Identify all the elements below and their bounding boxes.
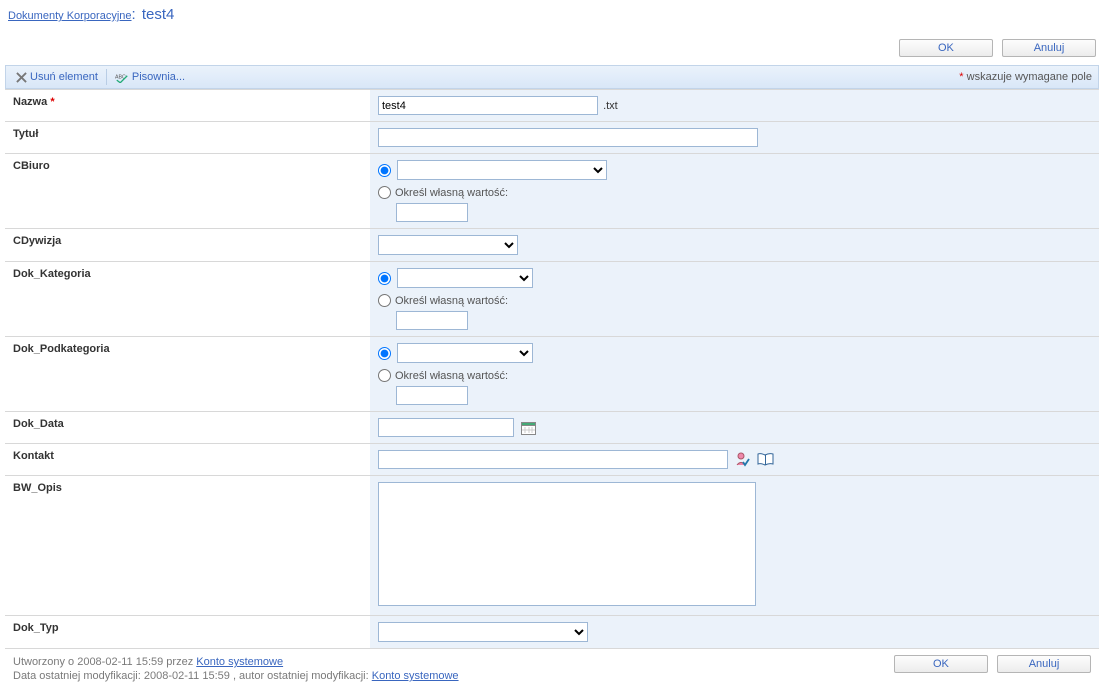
row-bw-opis: BW_Opis xyxy=(5,476,1099,616)
row-dok-podkategoria: Dok_Podkategoria Określ własną wartość: xyxy=(5,337,1099,412)
dok-podkategoria-own-label: Określ własną wartość: xyxy=(395,370,508,382)
cancel-button-top[interactable]: Anuluj xyxy=(1002,39,1096,57)
dok-podkategoria-radio-select[interactable] xyxy=(378,347,391,360)
top-button-row: OK Anuluj xyxy=(0,35,1104,65)
footer: Utworzony o 2008-02-11 15:59 przez Konto… xyxy=(5,648,1099,693)
modified-prefix: Data ostatniej modyfikacji: xyxy=(13,670,144,682)
delete-icon xyxy=(16,72,27,83)
cancel-button-bottom[interactable]: Anuluj xyxy=(997,655,1091,673)
label-cbiuro: CBiuro xyxy=(5,154,370,229)
breadcrumb-colon: : xyxy=(132,6,140,23)
row-dok-kategoria: Dok_Kategoria Określ własną wartość: xyxy=(5,262,1099,337)
label-dok-podkategoria: Dok_Podkategoria xyxy=(5,337,370,412)
row-dok-data: Dok_Data xyxy=(5,412,1099,444)
created-ts: 2008-02-11 15:59 xyxy=(77,656,166,668)
row-kontakt: Kontakt xyxy=(5,444,1099,476)
dok-podkategoria-own-input[interactable] xyxy=(396,386,468,405)
dok-kategoria-select[interactable] xyxy=(397,268,533,288)
row-dok-typ: Dok_Typ xyxy=(5,616,1099,649)
cdywizja-select[interactable] xyxy=(378,235,518,255)
delete-item-button[interactable]: Usuń element xyxy=(12,71,102,83)
page-header: Dokumenty Korporacyjne: test4 xyxy=(0,0,1104,35)
ok-button-top[interactable]: OK xyxy=(899,39,993,57)
kontakt-input[interactable] xyxy=(378,450,728,469)
created-prefix: Utworzony o xyxy=(13,656,77,668)
dok-kategoria-radio-select[interactable] xyxy=(378,272,391,285)
cbiuro-own-label: Określ własną wartość: xyxy=(395,187,508,199)
nazwa-ext: .txt xyxy=(603,100,618,112)
cbiuro-own-input[interactable] xyxy=(396,203,468,222)
nazwa-input[interactable] xyxy=(378,96,598,115)
cbiuro-select[interactable] xyxy=(397,160,607,180)
row-cbiuro: CBiuro Określ własną wartość: xyxy=(5,154,1099,229)
modified-ts: 2008-02-11 15:59 xyxy=(144,670,233,682)
row-nazwa: Nazwa * .txt xyxy=(5,90,1099,122)
form-table: Nazwa * .txt Tytuł CBiuro Określ własną … xyxy=(5,89,1099,648)
spellcheck-button[interactable]: ABC Pisownia... xyxy=(111,71,189,83)
cbiuro-radio-own[interactable] xyxy=(378,186,391,199)
created-by-user-link[interactable]: Konto systemowe xyxy=(196,656,283,668)
created-by-label: przez xyxy=(166,656,196,668)
label-cdywizja: CDywizja xyxy=(5,229,370,262)
row-tytul: Tytuł xyxy=(5,122,1099,154)
ok-button-bottom[interactable]: OK xyxy=(894,655,988,673)
required-hint-text: wskazuje wymagane pole xyxy=(967,71,1092,83)
browse-icon[interactable] xyxy=(757,453,774,466)
tytul-input[interactable] xyxy=(378,128,758,147)
label-bw-opis: BW_Opis xyxy=(5,476,370,616)
dok-podkategoria-radio-own[interactable] xyxy=(378,369,391,382)
dok-typ-select[interactable] xyxy=(378,622,588,642)
toolbar-separator xyxy=(106,69,107,85)
label-dok-typ: Dok_Typ xyxy=(5,616,370,649)
toolbar: Usuń element ABC Pisownia... * wskazuje … xyxy=(5,65,1099,89)
label-dok-data: Dok_Data xyxy=(5,412,370,444)
label-kontakt: Kontakt xyxy=(5,444,370,476)
cbiuro-radio-select[interactable] xyxy=(378,164,391,177)
bw-opis-textarea[interactable] xyxy=(378,482,756,606)
dok-kategoria-own-label: Określ własną wartość: xyxy=(395,295,508,307)
row-cdywizja: CDywizja xyxy=(5,229,1099,262)
modified-author-label: , autor ostatniej modyfikacji: xyxy=(233,670,372,682)
calendar-icon[interactable] xyxy=(521,420,536,435)
spellcheck-icon: ABC xyxy=(115,72,129,83)
footer-meta: Utworzony o 2008-02-11 15:59 przez Konto… xyxy=(13,655,459,683)
page-title: test4 xyxy=(142,6,175,23)
dok-kategoria-own-input[interactable] xyxy=(396,311,468,330)
label-dok-kategoria: Dok_Kategoria xyxy=(5,262,370,337)
label-tytul: Tytuł xyxy=(5,122,370,154)
bottom-button-row: OK Anuluj xyxy=(888,655,1091,683)
required-star-icon: * xyxy=(50,96,54,108)
required-star-icon: * xyxy=(959,71,966,83)
modified-by-user-link[interactable]: Konto systemowe xyxy=(372,670,459,682)
dok-data-input[interactable] xyxy=(378,418,514,437)
required-hint: * wskazuje wymagane pole xyxy=(959,71,1092,83)
spellcheck-label: Pisownia... xyxy=(132,71,185,83)
dok-kategoria-radio-own[interactable] xyxy=(378,294,391,307)
label-nazwa: Nazwa * xyxy=(5,90,370,122)
check-names-icon[interactable] xyxy=(735,452,750,467)
breadcrumb-link[interactable]: Dokumenty Korporacyjne xyxy=(8,10,132,22)
delete-item-label: Usuń element xyxy=(30,71,98,83)
dok-podkategoria-select[interactable] xyxy=(397,343,533,363)
